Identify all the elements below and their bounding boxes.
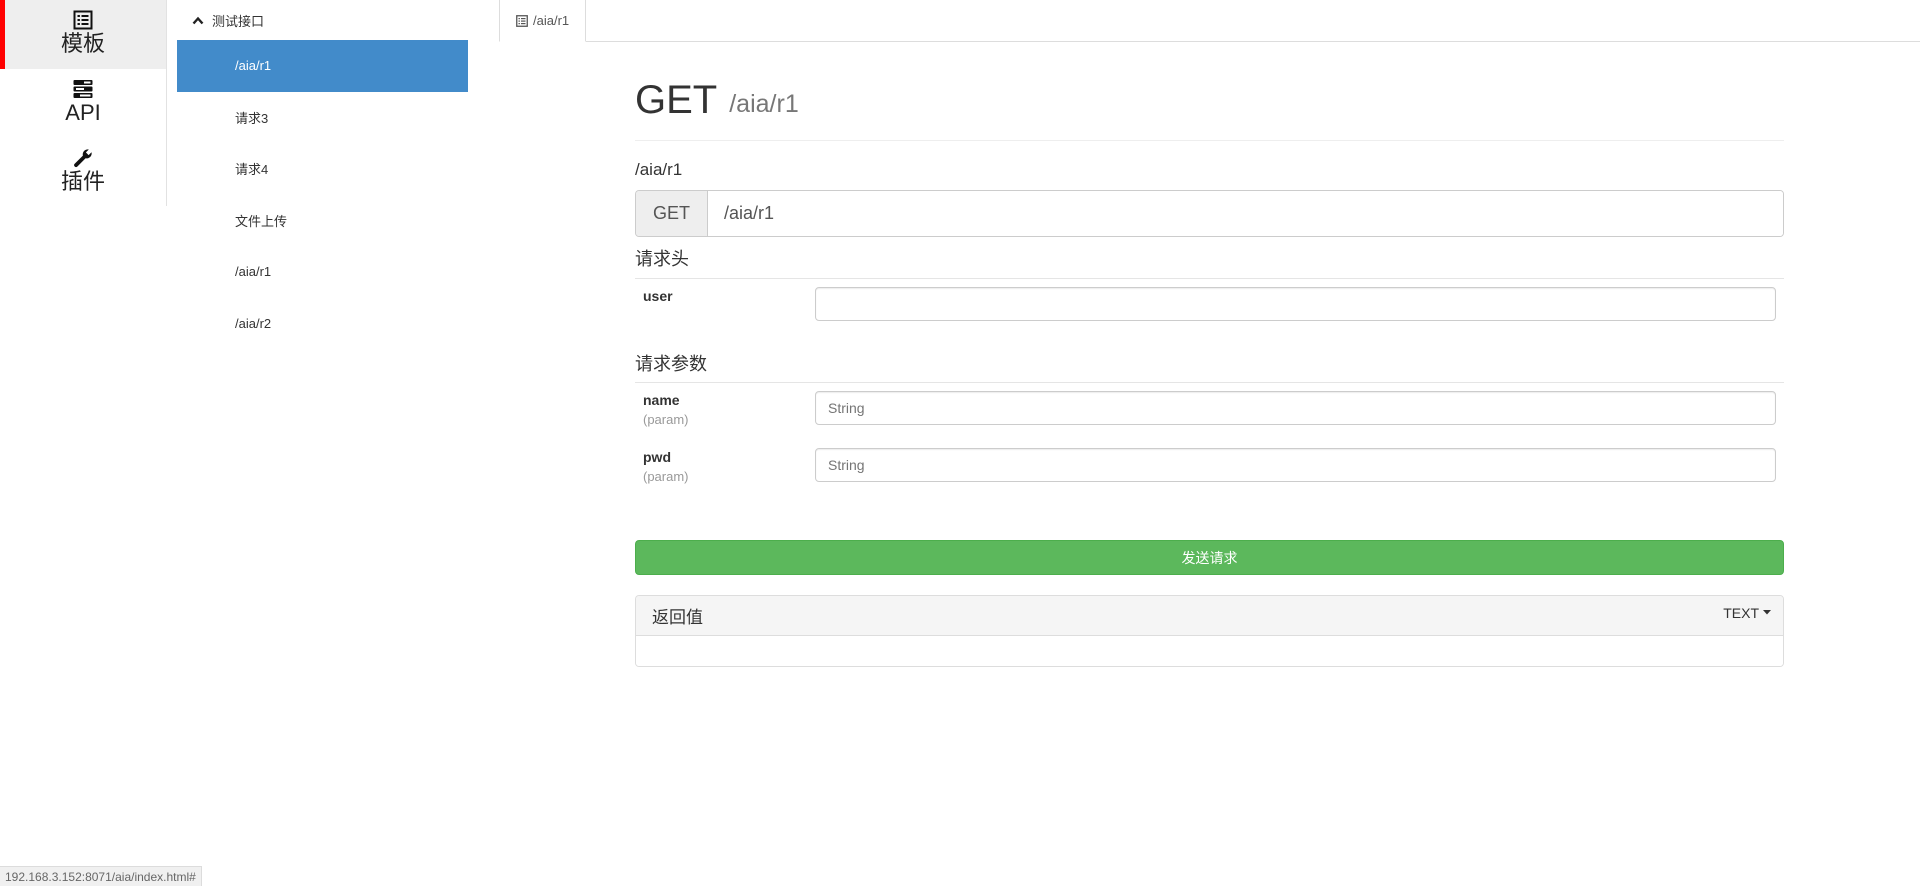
tasks-icon bbox=[73, 79, 93, 99]
status-url-bar: 192.168.3.152:8071/aia/index.html# bbox=[0, 866, 202, 886]
tree-item[interactable]: /aia/r1 bbox=[177, 40, 468, 92]
param-kind: (param) bbox=[643, 412, 689, 427]
list-alt-icon bbox=[516, 14, 528, 27]
rail-item-plugins[interactable]: 插件 bbox=[0, 138, 166, 207]
title-path: /aia/r1 bbox=[729, 90, 799, 118]
param-name: user bbox=[643, 288, 673, 304]
param-row-pwd: pwd (param) bbox=[635, 440, 1784, 497]
rail-item-label: API bbox=[65, 100, 101, 125]
tree-item[interactable]: /aia/r1 bbox=[177, 246, 468, 298]
wrench-icon bbox=[73, 148, 93, 168]
params-section-title: 请求参数 bbox=[635, 343, 1784, 383]
headers-section-title: 请求头 bbox=[635, 237, 1784, 279]
tree-item[interactable]: 请求3 bbox=[177, 92, 468, 144]
nav-rail: 模板 API 插件 bbox=[0, 0, 167, 206]
rail-item-label: 模板 bbox=[60, 31, 105, 56]
param-pwd-input[interactable] bbox=[815, 448, 1776, 482]
param-row-name: name (param) bbox=[635, 383, 1784, 440]
api-tree: 测试接口 /aia/r1 请求3 请求4 文件上传 /aia/r1 /aia/r… bbox=[177, 0, 468, 349]
url-input-group: GET bbox=[635, 190, 1784, 237]
param-name: pwd bbox=[643, 449, 671, 465]
page-title: GET /aia/r1 bbox=[635, 42, 1784, 141]
request-path-label: /aia/r1 bbox=[635, 160, 683, 179]
title-method: GET bbox=[635, 78, 718, 122]
result-panel-header: 返回值 TEXT bbox=[636, 596, 1783, 636]
tab-label: /aia/r1 bbox=[533, 13, 570, 28]
rail-item-templates[interactable]: 模板 bbox=[0, 0, 166, 69]
tree-item[interactable]: /aia/r2 bbox=[177, 298, 468, 350]
url-input[interactable] bbox=[708, 191, 1783, 236]
header-user-input[interactable] bbox=[815, 287, 1776, 321]
result-format-dropdown[interactable]: TEXT bbox=[1723, 605, 1771, 621]
tree-group-header[interactable]: 测试接口 bbox=[177, 0, 468, 40]
param-name: name bbox=[643, 392, 680, 408]
caret-down-icon bbox=[1763, 610, 1771, 615]
tree-item[interactable]: 文件上传 bbox=[177, 195, 468, 247]
rail-item-label: 插件 bbox=[60, 169, 105, 194]
param-name-input[interactable] bbox=[815, 391, 1776, 425]
result-format-label: TEXT bbox=[1723, 604, 1759, 621]
request-panel: GET /aia/r1 /aia/r1 GET 请求头 user 请求参数 na… bbox=[635, 42, 1784, 667]
rail-item-api[interactable]: API bbox=[0, 69, 166, 138]
tree-group-label: 测试接口 bbox=[212, 13, 265, 29]
tab-aia-r1[interactable]: /aia/r1 bbox=[499, 0, 587, 42]
send-request-button[interactable]: 发送请求 bbox=[635, 540, 1784, 575]
header-row-user: user bbox=[635, 279, 1784, 328]
tab-bar: /aia/r1 bbox=[499, 0, 1920, 42]
tree-item[interactable]: 请求4 bbox=[177, 143, 468, 195]
chevron-up-icon bbox=[192, 16, 204, 25]
list-alt-icon bbox=[73, 10, 93, 30]
result-panel: 返回值 TEXT bbox=[635, 595, 1784, 667]
param-kind: (param) bbox=[643, 469, 689, 484]
result-body bbox=[636, 636, 1783, 666]
result-title: 返回值 bbox=[652, 608, 703, 627]
method-addon: GET bbox=[636, 191, 708, 236]
